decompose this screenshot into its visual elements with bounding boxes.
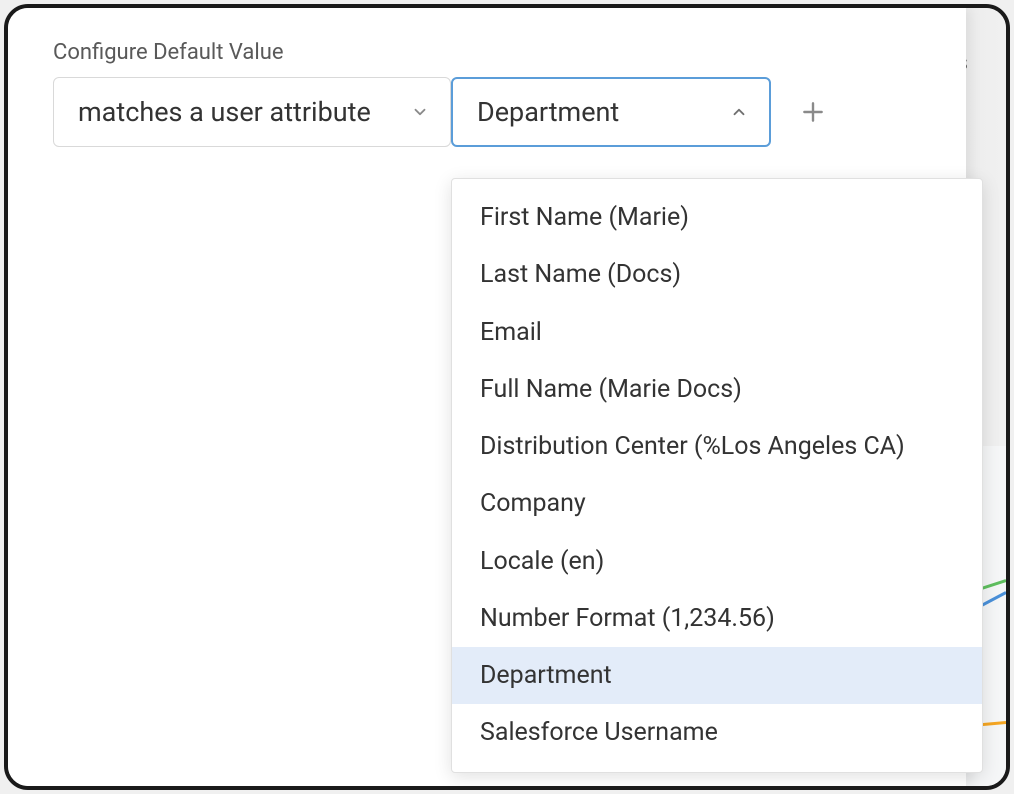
dropdown-item[interactable]: Salesforce Username xyxy=(452,704,982,761)
dropdown-item[interactable]: Number Format (1,234.56) xyxy=(452,590,982,647)
dropdown-item[interactable]: Company xyxy=(452,475,982,532)
condition-select-label: matches a user attribute xyxy=(78,96,398,128)
chevron-down-icon xyxy=(410,102,430,122)
section-title: Configure Default Value xyxy=(53,40,921,65)
dropdown-item[interactable]: Locale (en) xyxy=(452,533,982,590)
configure-modal: Configure Default Value matches a user a… xyxy=(8,8,966,786)
window-frame: on Ho atshirts s 20.18 ees 81 s 1 Config… xyxy=(4,4,1010,790)
add-button[interactable] xyxy=(793,92,833,132)
dropdown-item[interactable]: Department xyxy=(452,647,982,704)
condition-select[interactable]: matches a user attribute xyxy=(53,77,451,147)
dropdown-item[interactable]: Email xyxy=(452,304,982,361)
configure-default-value-section: Configure Default Value matches a user a… xyxy=(8,8,966,147)
dropdown-item[interactable]: Distribution Center (%Los Angeles CA) xyxy=(452,418,982,475)
attribute-select-label: Department xyxy=(477,96,717,128)
dropdown-item[interactable]: Full Name (Marie Docs) xyxy=(452,361,982,418)
attribute-select[interactable]: Department xyxy=(451,77,771,147)
dropdown-item[interactable]: First Name (Marie) xyxy=(452,189,982,246)
chevron-up-icon xyxy=(729,102,749,122)
dropdown-item[interactable]: Last Name (Docs) xyxy=(452,246,982,303)
attribute-dropdown-menu: First Name (Marie)Last Name (Docs)EmailF… xyxy=(451,178,983,773)
controls-row: matches a user attribute Department xyxy=(53,77,921,147)
